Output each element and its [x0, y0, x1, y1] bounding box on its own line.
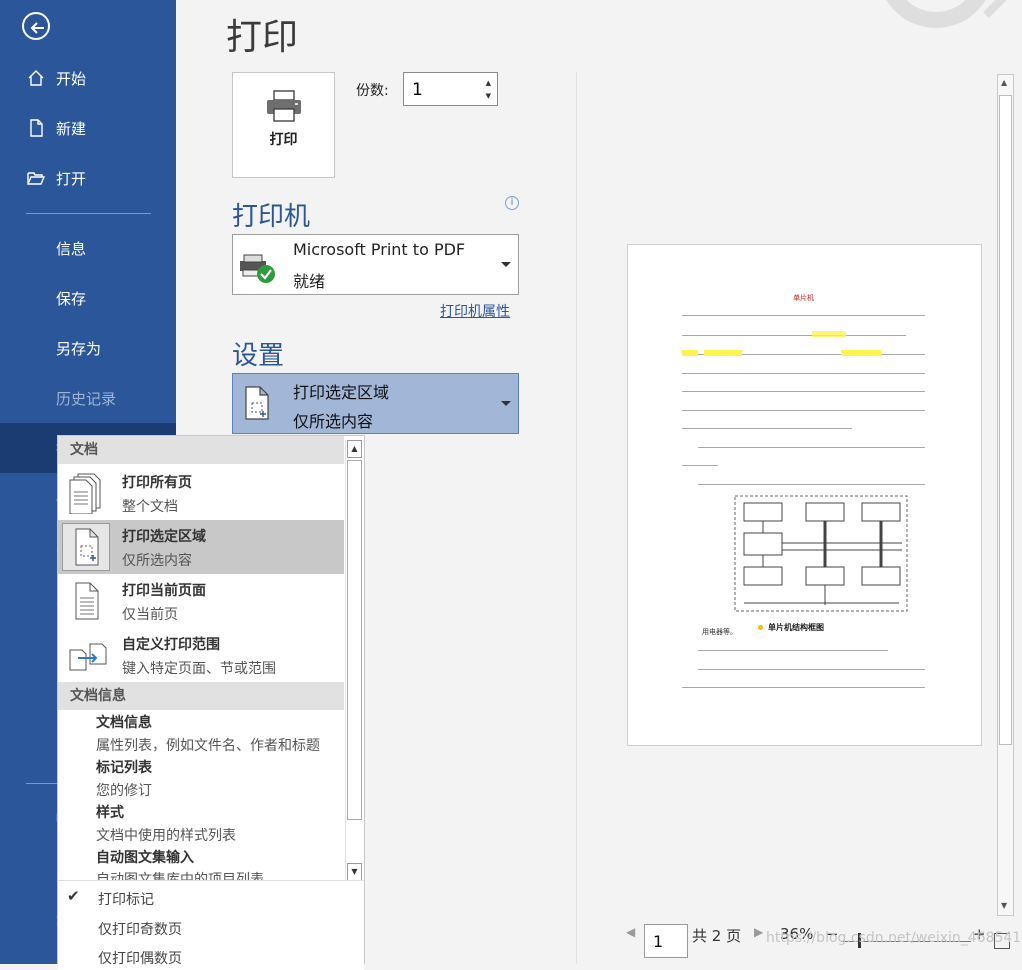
- print-options-list: ✔ 打印标记 仅打印奇数页 仅打印偶数页: [58, 880, 364, 970]
- copies-value: 1: [412, 80, 423, 100]
- watermark: https://blog.csdn.net/weixin_4685414: [766, 930, 1022, 946]
- doc-info-desc: 文档中使用的样式列表: [96, 828, 236, 844]
- setting-desc: 仅所选内容: [293, 412, 374, 431]
- printer-dropdown[interactable]: Microsoft Print to PDF 就绪: [232, 234, 519, 295]
- menu-scrollbar[interactable]: ▲ ▼: [345, 440, 362, 882]
- doc-info-desc: 属性列表，例如文件名、作者和标题: [96, 738, 320, 754]
- printer-name: Microsoft Print to PDF: [293, 240, 466, 259]
- menu-item-odd-pages[interactable]: 仅打印奇数页: [98, 919, 182, 939]
- printer-status: 就绪: [293, 272, 326, 291]
- menu-item-print-markup[interactable]: 打印标记: [98, 889, 154, 909]
- setting-title: 打印选定区域: [293, 383, 390, 402]
- preview-block-diagram: [734, 495, 908, 612]
- copies-label: 份数:: [356, 83, 389, 99]
- print-selection-icon: [245, 386, 269, 420]
- doc-info-title: 文档信息: [96, 715, 152, 731]
- back-arrow-icon[interactable]: [22, 12, 50, 40]
- decorative-pattern-icon: [776, 0, 1007, 28]
- nav-open[interactable]: 打开: [0, 153, 176, 203]
- option-desc: 仅所选内容: [122, 553, 192, 569]
- chevron-down-icon: [501, 262, 511, 267]
- page-total: 共 2 页: [692, 927, 742, 945]
- new-document-icon: [30, 119, 43, 137]
- nav-label: 开始: [56, 69, 87, 88]
- increment-arrow-icon[interactable]: ▲: [486, 79, 491, 87]
- copies-stepper[interactable]: 1 ▲ ▼: [403, 72, 498, 106]
- open-folder-icon: [27, 172, 46, 185]
- page-number-input[interactable]: 1: [644, 924, 688, 958]
- preview-figure-caption: 单片机结构框图: [768, 623, 824, 632]
- menu-item-even-pages[interactable]: 仅打印偶数页: [98, 948, 182, 968]
- print-button[interactable]: 打印: [232, 72, 335, 178]
- option-desc: 键入特定页面、节或范围: [122, 661, 276, 677]
- nav-info[interactable]: 信息: [0, 223, 176, 273]
- nav-label: 保存: [56, 289, 87, 308]
- doc-info-desc: 您的修订: [96, 783, 152, 799]
- info-icon[interactable]: i: [505, 196, 519, 210]
- option-title: 打印所有页: [122, 475, 192, 491]
- menu-item-print-current-page[interactable]: 打印当前页面 仅当前页: [58, 574, 344, 628]
- doc-info-title: 样式: [96, 805, 124, 821]
- divider: [576, 72, 577, 964]
- divider: [26, 213, 151, 214]
- page-number-value: 1: [653, 932, 664, 951]
- page-title: 打印: [226, 17, 299, 58]
- scroll-thumb[interactable]: [347, 460, 362, 820]
- pages-stack-icon: [69, 473, 101, 514]
- nav-home[interactable]: 开始: [0, 53, 176, 103]
- settings-heading: 设置: [232, 341, 285, 371]
- nav-history: 历史记录: [0, 373, 176, 423]
- nav-save[interactable]: 保存: [0, 273, 176, 323]
- preview-note-text: 用电器等。: [702, 628, 737, 636]
- print-preview-page[interactable]: 单片机 用电器等。 单片机结构框图: [627, 244, 982, 746]
- nav-new[interactable]: 新建: [0, 103, 176, 153]
- next-page-icon[interactable]: ▶: [754, 925, 763, 955]
- menu-group-header: 文档: [58, 436, 344, 464]
- option-title: 打印当前页面: [122, 583, 206, 599]
- menu-item-custom-range[interactable]: 自定义打印范围 键入特定页面、节或范围: [58, 628, 344, 682]
- print-range-menu: 文档 打印所有页 整个文档 打印选定区域 仅所选内容 打印当前页面 仅当前页 自…: [57, 435, 365, 970]
- scroll-thumb[interactable]: [999, 95, 1012, 745]
- nav-label: 历史记录: [56, 389, 117, 408]
- scroll-up-arrow-icon[interactable]: ▲: [1001, 78, 1007, 87]
- menu-item-print-selection[interactable]: 打印选定区域 仅所选内容: [58, 520, 344, 574]
- nav-label: 新建: [56, 119, 87, 138]
- custom-range-icon: [69, 643, 107, 671]
- bullet-icon: [758, 625, 763, 630]
- preview-scrollbar[interactable]: ▲ ▼: [997, 74, 1014, 916]
- decrement-arrow-icon[interactable]: ▼: [486, 92, 491, 100]
- option-desc: 仅当前页: [122, 607, 178, 623]
- chevron-down-icon: [501, 401, 511, 406]
- home-icon: [28, 70, 44, 86]
- nav-label: 信息: [56, 239, 87, 258]
- option-desc: 整个文档: [122, 499, 178, 515]
- printer-properties-link[interactable]: 打印机属性: [440, 301, 510, 321]
- prev-page-icon[interactable]: ◀: [626, 925, 635, 955]
- printer-status-icon: [240, 254, 275, 283]
- scroll-up-arrow-icon[interactable]: ▲: [347, 440, 362, 458]
- doc-info-title: 自动图文集输入: [96, 850, 194, 866]
- nav-label: 另存为: [56, 339, 102, 358]
- single-page-icon: [75, 582, 99, 620]
- preview-doc-title: 单片机: [793, 294, 814, 302]
- printer-icon: [267, 90, 301, 122]
- option-title: 自定义打印范围: [122, 637, 220, 653]
- nav-save-as[interactable]: 另存为: [0, 323, 176, 373]
- scroll-down-arrow-icon[interactable]: ▼: [347, 863, 362, 881]
- scroll-down-arrow-icon[interactable]: ▼: [1001, 901, 1007, 910]
- option-title: 打印选定区域: [122, 529, 206, 545]
- nav-label: 打开: [56, 169, 87, 188]
- menu-group-header: 文档信息: [58, 682, 344, 710]
- menu-item-print-all[interactable]: 打印所有页 整个文档: [58, 466, 344, 520]
- print-selection-icon: [75, 528, 99, 566]
- doc-info-title: 标记列表: [96, 760, 152, 776]
- print-range-dropdown[interactable]: 打印选定区域 仅所选内容: [232, 373, 519, 434]
- printer-heading: 打印机: [232, 202, 311, 232]
- print-button-label: 打印: [269, 132, 298, 148]
- checkmark-icon: ✔: [67, 887, 80, 905]
